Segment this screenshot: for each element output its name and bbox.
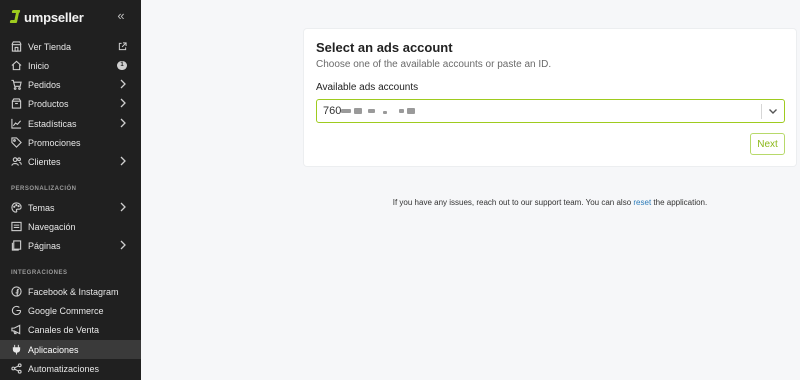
sidebar-item-promociones[interactable]: Promociones [0, 133, 141, 152]
redacted-text [341, 109, 351, 113]
jumpseller-logo-icon [9, 9, 22, 25]
sidebar-item-navegacion[interactable]: Navegación [0, 217, 141, 236]
sidebar-item-label: Aplicaciones [28, 344, 79, 355]
ads-account-field-label: Available ads accounts [316, 82, 419, 93]
menu-icon [11, 221, 22, 232]
sidebar-item-label: Clientes [28, 156, 61, 167]
store-icon [11, 41, 22, 52]
ads-account-select[interactable]: 760 [316, 99, 785, 123]
sidebar-item-label: Pedidos [28, 79, 61, 90]
megaphone-icon [11, 324, 22, 335]
selected-account-value: 760 [323, 105, 342, 117]
sidebar-item-label: Páginas [28, 240, 61, 251]
sidebar-item-inicio[interactable]: Inicio 1 [0, 56, 141, 75]
help-text-prefix: If you have any issues, reach out to our… [392, 198, 632, 207]
chevron-right-icon [120, 118, 126, 128]
pages-icon [11, 240, 22, 251]
ads-account-card: Select an ads account Choose one of the … [304, 29, 796, 166]
select-divider [761, 104, 762, 119]
box-icon [11, 98, 22, 109]
notification-badge: 1 [117, 61, 127, 70]
help-text-suffix: the application. [653, 198, 708, 207]
chevron-down-icon[interactable] [767, 105, 779, 117]
home-icon [11, 60, 22, 71]
palette-icon [11, 202, 22, 213]
cart-icon [11, 79, 22, 90]
sidebar-item-label: Google Commerce [28, 305, 104, 316]
users-icon [11, 156, 22, 167]
double-chevron-left-icon[interactable]: « [114, 9, 128, 23]
chevron-right-icon [120, 79, 126, 89]
sidebar-item-google-commerce[interactable]: Google Commerce [0, 301, 141, 320]
sidebar-item-label: Inicio [28, 60, 50, 71]
help-text: If you have any issues, reach out to our… [304, 198, 796, 207]
chevron-right-icon [120, 98, 126, 108]
card-title: Select an ads account [316, 40, 453, 55]
sidebar-item-label: Canales de Venta [28, 324, 100, 335]
redacted-text [368, 109, 375, 113]
sidebar-item-aplicaciones[interactable]: Aplicaciones [0, 340, 141, 359]
sidebar-item-label: Temas [28, 202, 55, 213]
brand-name: umpseller [24, 9, 84, 25]
share-nodes-icon [11, 363, 22, 374]
chevron-right-icon [120, 240, 126, 250]
external-link-icon [118, 42, 127, 51]
sidebar-item-label: Productos [28, 98, 69, 109]
sidebar-item-estadisticas[interactable]: Estadísticas [0, 114, 141, 133]
plug-icon [11, 344, 22, 355]
sidebar-item-temas[interactable]: Temas [0, 198, 141, 217]
sidebar-item-label: Ver Tienda [28, 41, 72, 52]
chevron-right-icon [120, 202, 126, 212]
brand-logo[interactable]: umpseller [9, 8, 84, 26]
sidebar-item-canales-de-venta[interactable]: Canales de Venta [0, 320, 141, 339]
section-heading-integraciones: INTEGRACIONES [11, 270, 68, 276]
sidebar-item-label: Facebook & Instagram [28, 286, 119, 297]
sidebar-item-automatizaciones[interactable]: Automatizaciones [0, 359, 141, 378]
card-subtitle: Choose one of the available accounts or … [316, 59, 552, 70]
redacted-text [383, 111, 387, 114]
redacted-text [399, 109, 404, 113]
tag-icon [11, 137, 22, 148]
sidebar-item-label: Navegación [28, 221, 76, 232]
sidebar: umpseller « Ver Tienda Inicio 1 Pedidos … [0, 0, 141, 380]
sidebar-item-label: Estadísticas [28, 118, 77, 129]
chart-line-icon [11, 118, 22, 129]
sidebar-item-paginas[interactable]: Páginas [0, 236, 141, 255]
next-button[interactable]: Next [750, 133, 785, 155]
sidebar-item-ver-tienda[interactable]: Ver Tienda [0, 37, 141, 56]
google-icon [11, 305, 22, 316]
sidebar-item-pedidos[interactable]: Pedidos [0, 75, 141, 94]
reset-link[interactable]: reset [633, 198, 651, 207]
sidebar-item-label: Automatizaciones [28, 363, 100, 374]
redacted-text [407, 108, 415, 114]
sidebar-item-productos[interactable]: Productos [0, 94, 141, 113]
sidebar-item-label: Promociones [28, 137, 81, 148]
chevron-right-icon [120, 156, 126, 166]
sidebar-item-clientes[interactable]: Clientes [0, 152, 141, 171]
sidebar-item-facebook-instagram[interactable]: Facebook & Instagram [0, 282, 141, 301]
section-heading-personalizacion: PERSONALIZACIÓN [11, 186, 77, 192]
redacted-text [354, 108, 362, 114]
facebook-icon [11, 286, 22, 297]
